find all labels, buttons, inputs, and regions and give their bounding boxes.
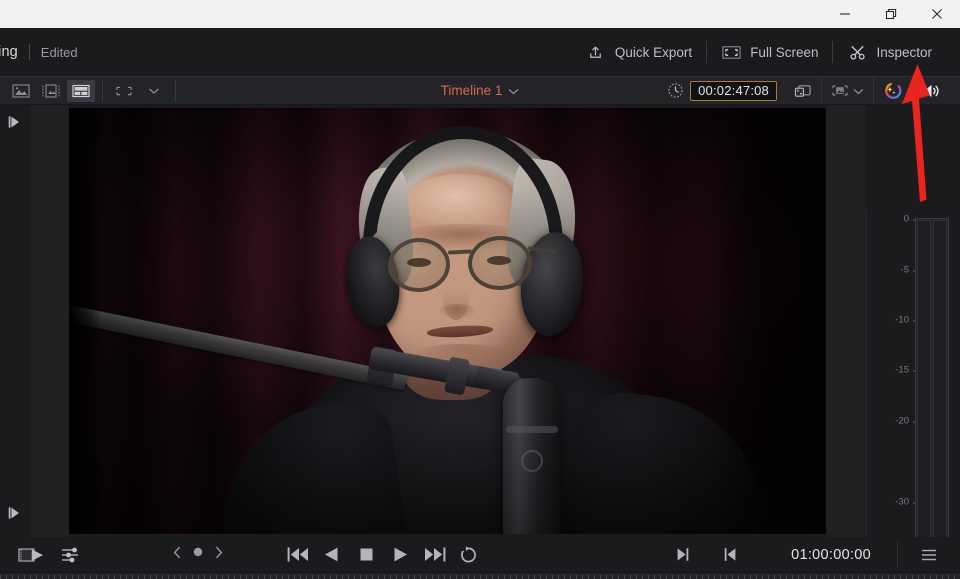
chevron-down-icon <box>508 83 519 98</box>
timeline-viewer-button[interactable] <box>67 79 95 102</box>
chevron-right-icon[interactable] <box>214 546 223 564</box>
timeline-name-label: Timeline 1 <box>440 83 503 98</box>
filmstrip-play-icon[interactable] <box>18 545 45 565</box>
meter-label-5: -5 <box>901 265 917 276</box>
audio-sliders-icon[interactable] <box>61 546 83 564</box>
viewer-left-gutter <box>30 105 69 537</box>
transport-left-tools <box>0 545 83 565</box>
os-title-bar <box>0 0 960 28</box>
viewer-timecode-field[interactable]: 00:02:47:08 <box>690 80 777 101</box>
stop-button[interactable] <box>349 542 383 568</box>
transport-timecode[interactable]: 01:00:00:00 <box>747 547 897 563</box>
transport-mark-out-button[interactable] <box>665 542 699 568</box>
clip-viewer-button[interactable] <box>37 80 65 102</box>
jump-to-end-button[interactable] <box>417 542 451 568</box>
loop-button[interactable] <box>451 542 485 568</box>
frame-vignette <box>69 108 826 534</box>
viewer-right-gutter <box>826 105 866 537</box>
viewer-options-chevron-icon <box>853 82 864 100</box>
full-screen-button[interactable]: Full Screen <box>707 37 832 67</box>
meter-label-15: -15 <box>895 365 917 376</box>
project-title: ting <box>0 44 18 60</box>
mark-in-icon[interactable] <box>7 115 23 134</box>
transport-right: 01:00:00:00 <box>665 541 960 568</box>
resolve-window: ting Edited Quick Export <box>0 0 960 579</box>
quick-export-label: Quick Export <box>614 44 693 60</box>
meter-label-30: -30 <box>895 497 917 508</box>
view-mode-group <box>0 77 182 104</box>
timecode-clock-icon <box>667 82 684 99</box>
transport-options-button[interactable] <box>898 548 960 562</box>
full-screen-brackets-icon <box>721 42 741 62</box>
toolbar-divider-2 <box>175 79 176 102</box>
inspector-label: Inspector <box>876 44 932 60</box>
audio-meter-bars <box>915 218 949 579</box>
jump-to-start-button[interactable] <box>281 542 315 568</box>
play-reverse-button[interactable] <box>315 542 349 568</box>
window-close-button[interactable] <box>914 0 960 28</box>
timeline-name-menu[interactable]: Timeline 1 <box>405 83 555 98</box>
window-maximize-button[interactable] <box>868 0 914 28</box>
quick-export-button[interactable]: Quick Export <box>572 37 706 67</box>
export-upload-icon <box>586 42 606 62</box>
keyframe-dot-icon[interactable] <box>191 545 205 564</box>
transport-bar: 01:00:00:00 <box>0 537 960 572</box>
magic-enhance-button[interactable] <box>873 77 912 104</box>
project-status-label: Edited <box>40 44 78 60</box>
keyframe-navigator <box>173 545 223 564</box>
meter-label-20: -20 <box>895 416 917 427</box>
transport-mark-in-button[interactable] <box>713 542 747 568</box>
chevron-left-icon[interactable] <box>173 546 182 564</box>
inspector-scissors-icon <box>847 42 867 62</box>
audio-meter-scale: 0 -5 -10 -15 -20 -30 -40 -50 <box>867 210 917 579</box>
meter-label-10: -10 <box>895 315 917 326</box>
viewer-options-button[interactable] <box>821 77 873 104</box>
snapshot-button[interactable] <box>785 77 821 104</box>
play-forward-button[interactable] <box>383 542 417 568</box>
toolbar-divider <box>102 79 103 102</box>
audio-meter-channel-right <box>933 220 947 579</box>
audio-meter-panel: 0 -5 -10 -15 -20 -30 -40 -50 <box>866 210 960 579</box>
source-viewer-button[interactable] <box>7 80 35 102</box>
viewer-mark-column <box>0 105 30 537</box>
audio-meter-channel-left <box>917 220 931 579</box>
header-actions: Quick Export Full Screen Inspector <box>572 28 960 76</box>
video-frame[interactable] <box>69 108 826 534</box>
viewer-toolbar-right: 00:02:47:08 <box>667 77 960 104</box>
bottom-ruler-strip <box>0 572 960 579</box>
viewer-toolbar: Timeline 1 00:02:47:08 <box>0 76 960 105</box>
full-screen-label: Full Screen <box>750 44 819 60</box>
fit-mode-chevron[interactable] <box>140 80 168 102</box>
window-minimize-button[interactable] <box>822 0 868 28</box>
video-viewer[interactable]: 0 -5 -10 -15 -20 -30 -40 -50 <box>0 105 960 579</box>
app-header-bar: ting Edited Quick Export <box>0 28 960 76</box>
inspector-button[interactable]: Inspector <box>833 37 946 67</box>
audio-mute-button[interactable] <box>912 77 952 104</box>
transport-controls <box>173 542 485 568</box>
meter-label-0: 0 <box>904 214 917 225</box>
header-divider <box>28 44 30 60</box>
fit-mode-button[interactable] <box>110 80 138 102</box>
mark-out-icon[interactable] <box>7 506 23 525</box>
